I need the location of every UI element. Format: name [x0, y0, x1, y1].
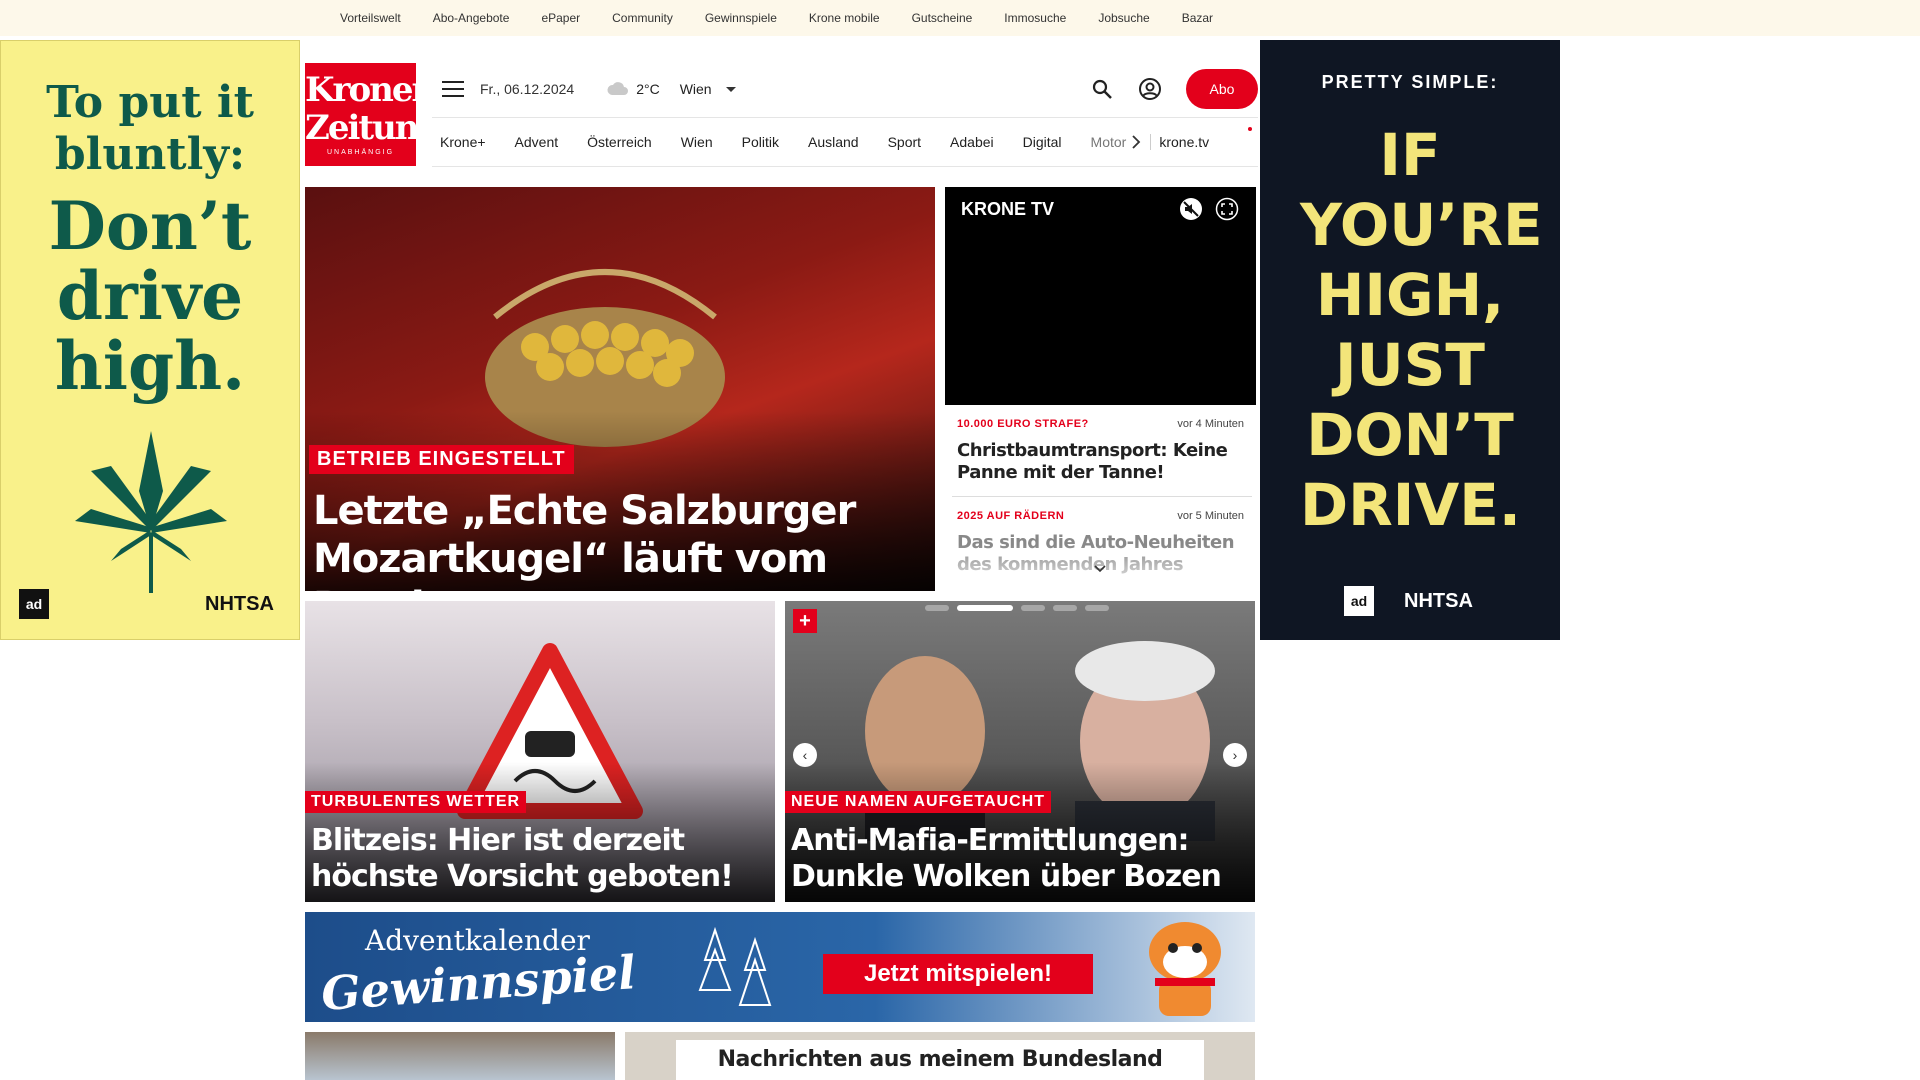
krone-tv-logo: KRONE TV: [961, 199, 1055, 219]
main-navigation: Krone+ Advent Österreich Wien Politik Au…: [432, 117, 1258, 167]
ad-left-skyscraper[interactable]: To put it bluntly: Don’t drive high. ad …: [0, 40, 300, 640]
topbar-link-gutscheine[interactable]: Gutscheine: [912, 11, 973, 25]
current-date: Fr., 06.12.2024: [480, 81, 575, 97]
cannabis-leaf-icon: [75, 431, 227, 593]
top-utility-bar: Vorteilswelt Abo-Angebote ePaper Communi…: [0, 0, 1920, 36]
ad-left-line1: To put it bluntly:: [46, 77, 254, 180]
topbar-link-epaper[interactable]: ePaper: [541, 11, 580, 25]
topbar-link-community[interactable]: Community: [612, 11, 673, 25]
carousel-dot[interactable]: [925, 605, 949, 611]
chevron-down-icon[interactable]: [725, 86, 736, 92]
cloud-weather-icon: [607, 82, 629, 95]
hero-article[interactable]: BETRIEB EINGESTELLT Letzte „Echte Salzbu…: [305, 187, 935, 591]
ad-council-logo: ad: [19, 589, 49, 619]
carousel-dot-active[interactable]: [957, 605, 1013, 611]
advent-calendar-banner[interactable]: Adventkalender Gewinnspiel Jetzt mitspie…: [305, 912, 1255, 1022]
logo-word-zeitung: Zeitung: [305, 108, 441, 148]
nav-item-wien[interactable]: Wien: [681, 134, 713, 150]
nav-item-sport[interactable]: Sport: [888, 134, 921, 150]
article-teaser-image[interactable]: [305, 1032, 615, 1080]
live-indicator-dot: [1248, 127, 1252, 131]
abo-button[interactable]: Abo: [1186, 69, 1258, 109]
card-headline[interactable]: Blitzeis: Hier ist derzeit höchste Vorsi…: [311, 823, 771, 895]
ticker-item[interactable]: 10.000 EURO STRAFE? vor 4 Minuten Christ…: [957, 418, 1244, 484]
logo-word-kronen: Kronen: [305, 70, 436, 110]
nav-item-oesterreich[interactable]: Österreich: [587, 134, 652, 150]
nav-item-krone-tv[interactable]: krone.tv: [1150, 134, 1209, 150]
ad-right-line2: IF YOU’RE HIGH, JUST DON’T DRIVE.: [1300, 121, 1543, 539]
site-header: Fr., 06.12.2024 2°C Wien Abo: [432, 63, 1258, 115]
fox-mascot-icon: [1149, 922, 1221, 1016]
hero-headline[interactable]: Letzte „Echte Salzburger Mozartkugel“ lä…: [313, 487, 923, 591]
carousel-indicators: [925, 605, 1109, 611]
article-card-mafia[interactable]: + ‹ › NEUE NAMEN AUFGETAUCHT Anti-Mafia-…: [785, 601, 1255, 902]
topbar-link-gewinnspiele[interactable]: Gewinnspiele: [705, 11, 777, 25]
mute-icon[interactable]: [1179, 197, 1203, 221]
article-card-weather[interactable]: TURBULENTES WETTER Blitzeis: Hier ist de…: [305, 601, 775, 902]
nhtsa-logo: NHTSA: [205, 593, 274, 615]
city-select[interactable]: Wien: [680, 81, 712, 97]
tree-icon: [698, 926, 772, 1006]
search-icon[interactable]: [1090, 77, 1114, 101]
nav-item-advent[interactable]: Advent: [515, 134, 559, 150]
ticker-title[interactable]: Christbaumtransport: Keine Panne mit der…: [957, 440, 1244, 484]
nav-item-adabei[interactable]: Adabei: [950, 134, 994, 150]
krone-tv-video-player[interactable]: KRONE TV: [945, 187, 1256, 405]
hamburger-menu-icon[interactable]: [442, 81, 464, 97]
topbar-link-abo-angebote[interactable]: Abo-Angebote: [433, 11, 510, 25]
ad-right-line1: PRETTY SIMPLE:: [1321, 72, 1499, 92]
nhtsa-logo: NHTSA: [1404, 590, 1473, 612]
hero-kicker: BETRIEB EINGESTELLT: [309, 445, 574, 474]
ad-right-skyscraper[interactable]: PRETTY SIMPLE: IF YOU’RE HIGH, JUST DON’…: [1260, 40, 1560, 640]
card-kicker: NEUE NAMEN AUFGETAUCHT: [785, 791, 1051, 813]
ticker-time: vor 5 Minuten: [1177, 510, 1244, 522]
nav-item-krone-plus[interactable]: Krone+: [440, 134, 486, 150]
temperature: 2°C: [636, 81, 660, 97]
divider: [952, 496, 1252, 497]
ticker-time: vor 4 Minuten: [1177, 418, 1244, 430]
nav-item-motor[interactable]: Motor: [1091, 134, 1127, 150]
user-account-icon[interactable]: [1138, 77, 1162, 101]
card-headline[interactable]: Anti-Mafia-Ermittlungen: Dunkle Wolken ü…: [791, 823, 1251, 895]
carousel-dot[interactable]: [1053, 605, 1077, 611]
topbar-link-jobsuche[interactable]: Jobsuche: [1098, 11, 1149, 25]
topbar-link-immosuche[interactable]: Immosuche: [1004, 11, 1066, 25]
krone-plus-badge: +: [793, 609, 817, 633]
kronen-zeitung-logo[interactable]: Kronen Zeitung UNABHÄNGIG: [305, 63, 441, 166]
jetzt-mitspielen-button[interactable]: Jetzt mitspielen!: [823, 954, 1093, 994]
ad-left-line2: Don’t drive high.: [48, 187, 252, 405]
card-kicker: TURBULENTES WETTER: [305, 791, 527, 813]
nav-item-digital[interactable]: Digital: [1023, 134, 1062, 150]
topbar-link-vorteilswelt[interactable]: Vorteilswelt: [340, 11, 401, 25]
topbar-link-krone-mobile[interactable]: Krone mobile: [809, 11, 880, 25]
nav-item-ausland[interactable]: Ausland: [808, 134, 859, 150]
chevron-down-icon[interactable]: [1092, 563, 1108, 575]
nav-item-politik[interactable]: Politik: [742, 134, 779, 150]
carousel-dot[interactable]: [1021, 605, 1045, 611]
bundesland-news-heading[interactable]: Nachrichten aus meinem Bundesland: [676, 1040, 1204, 1080]
carousel-dot[interactable]: [1085, 605, 1109, 611]
logo-tagline: UNABHÄNGIG: [326, 149, 395, 156]
chevron-right-icon[interactable]: [1128, 132, 1144, 152]
topbar-link-bazar[interactable]: Bazar: [1182, 11, 1213, 25]
fullscreen-icon[interactable]: [1215, 197, 1239, 221]
ad-council-logo: ad: [1344, 586, 1374, 616]
